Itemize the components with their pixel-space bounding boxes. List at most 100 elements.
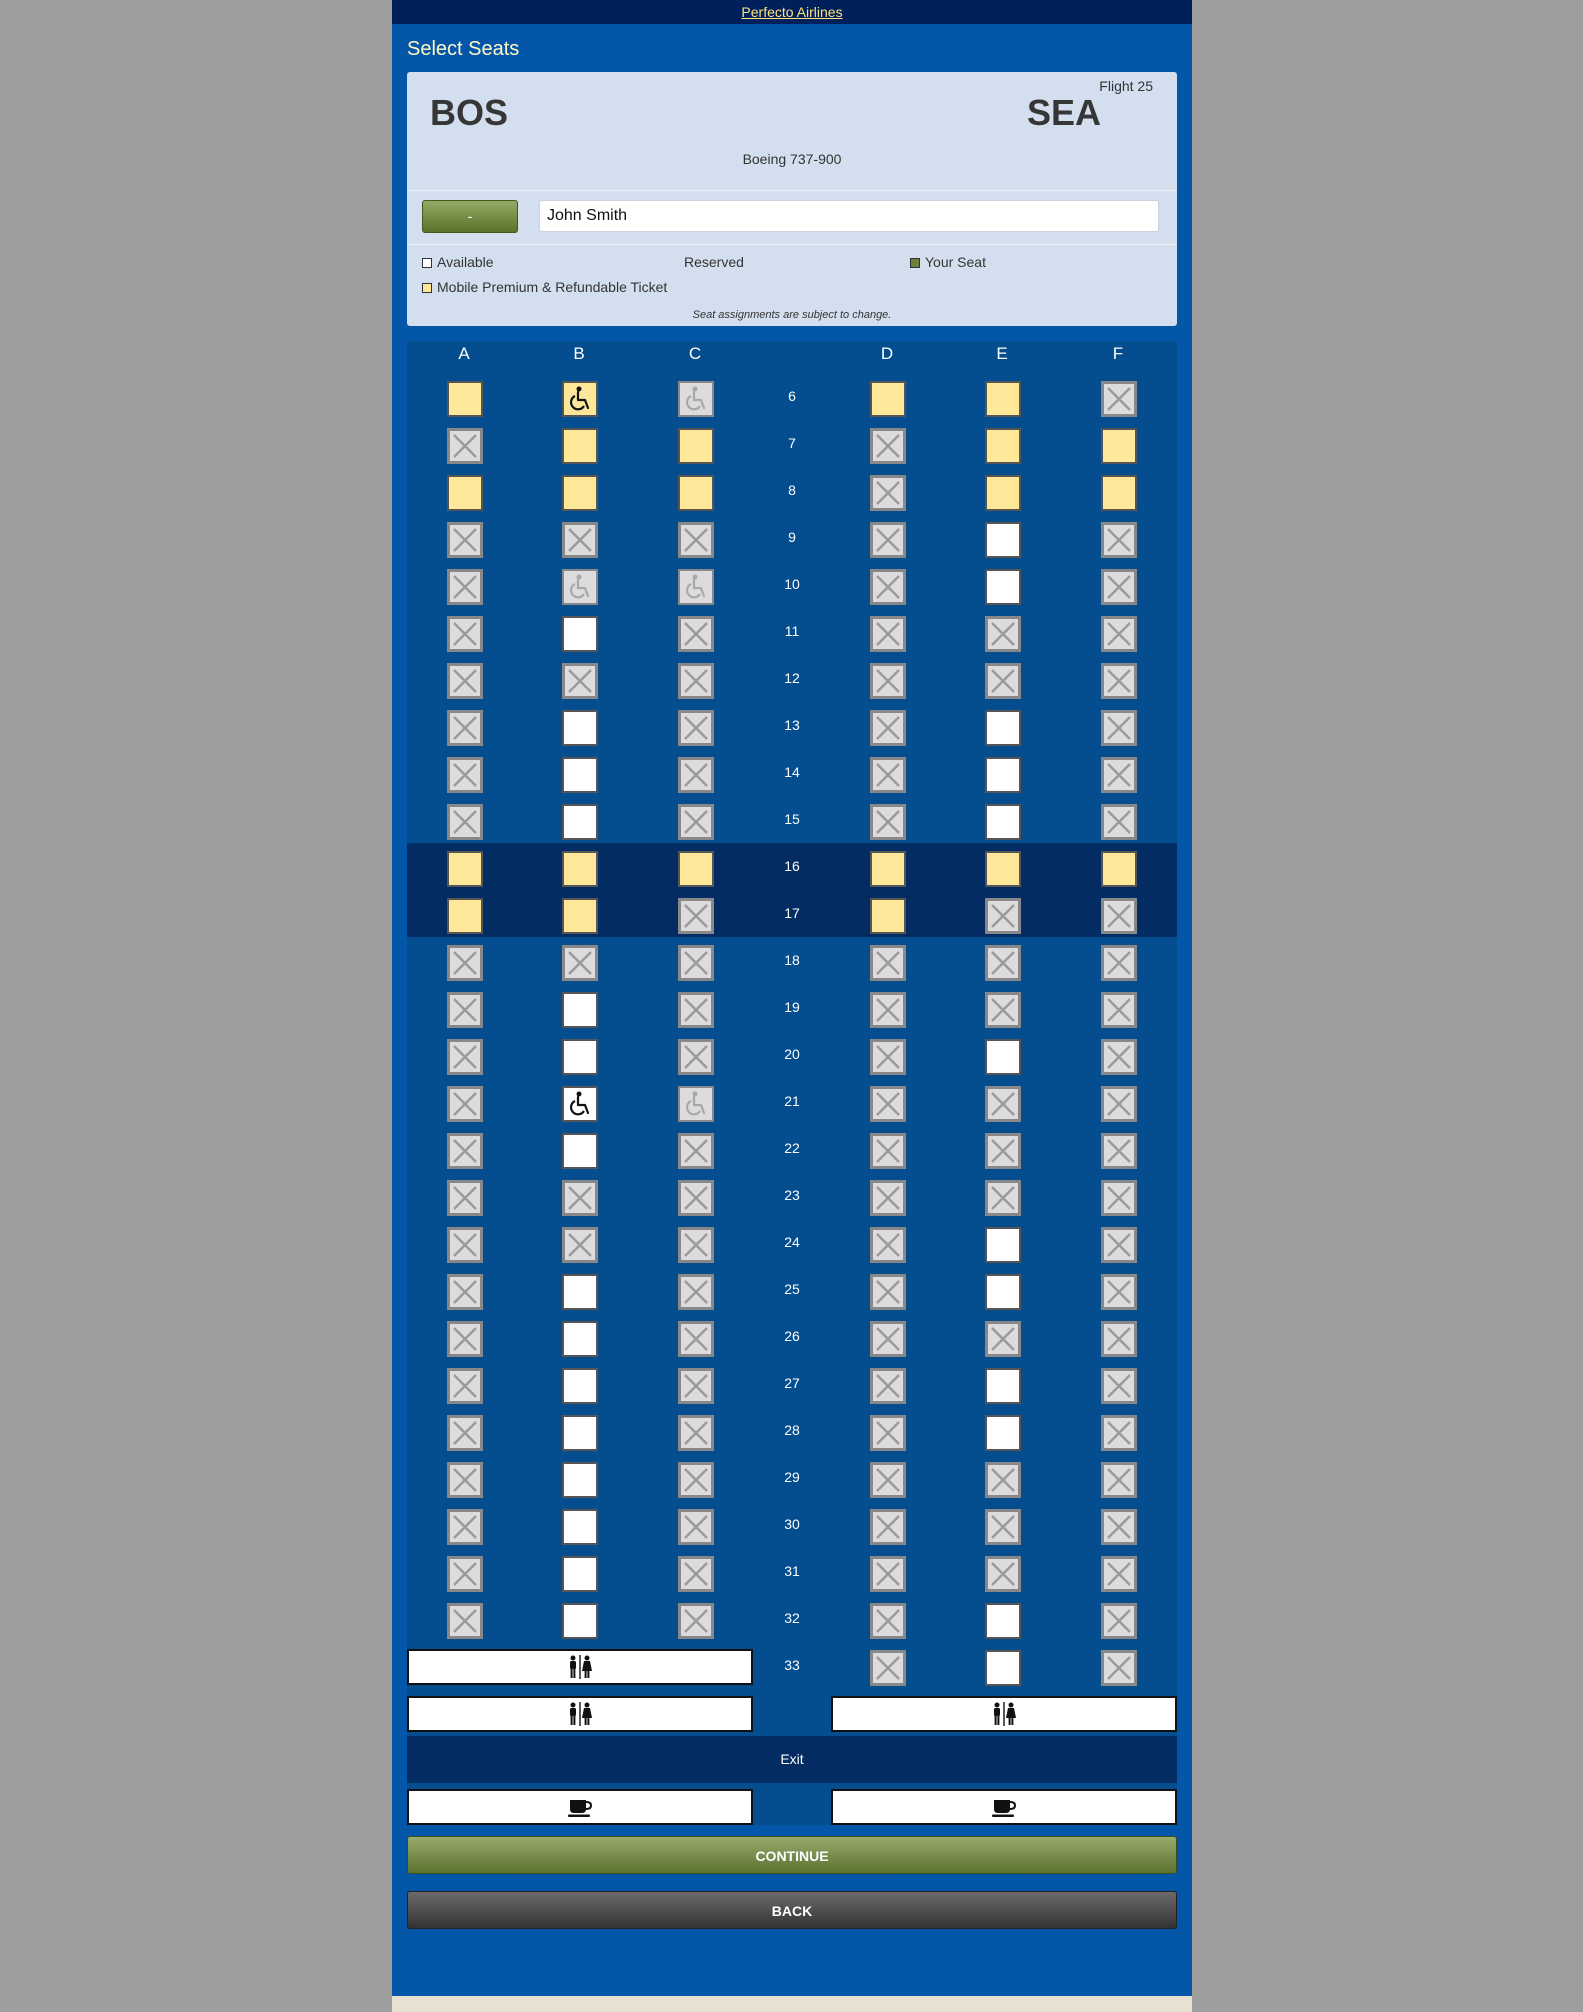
seat-14e-open[interactable] xyxy=(985,757,1021,793)
seat-row: 13 xyxy=(407,702,1177,749)
seat-8b-premium[interactable] xyxy=(562,475,598,511)
seat-24f-reserved xyxy=(1101,1227,1137,1263)
seat-17e-reserved xyxy=(985,898,1021,934)
seat-32b-open[interactable] xyxy=(562,1603,598,1639)
seat-9f-reserved xyxy=(1101,522,1137,558)
seat-25b-open[interactable] xyxy=(562,1274,598,1310)
seat-23c-reserved xyxy=(678,1180,714,1216)
seat-20b-open[interactable] xyxy=(562,1039,598,1075)
seat-32e-open[interactable] xyxy=(985,1603,1021,1639)
seat-7c-premium[interactable] xyxy=(678,428,714,464)
seat-32c-reserved xyxy=(678,1603,714,1639)
seat-19c-reserved xyxy=(678,992,714,1028)
seat-10b-accessible-reserved xyxy=(562,569,598,605)
seat-30e-reserved xyxy=(985,1509,1021,1545)
airline-home-link[interactable]: Perfecto Airlines xyxy=(741,4,842,20)
seat-6a-premium[interactable] xyxy=(447,381,483,417)
passenger-toggle-button[interactable]: - xyxy=(422,200,518,233)
seat-22b-open[interactable] xyxy=(562,1133,598,1169)
seat-31b-open[interactable] xyxy=(562,1556,598,1592)
seat-16f-premium[interactable] xyxy=(1101,851,1137,887)
seat-map: A B C D E F 6 7 8 9 10 11 12 13 14 15 16 17 18 19 20 21… xyxy=(407,341,1177,1825)
seat-28f-reserved xyxy=(1101,1415,1137,1451)
seat-8c-premium[interactable] xyxy=(678,475,714,511)
seat-16a-premium[interactable] xyxy=(447,851,483,887)
row-number: 14 xyxy=(784,764,800,780)
seat-16d-premium[interactable] xyxy=(870,851,906,887)
flight-number: Flight 25 xyxy=(1099,78,1153,94)
row-number: 18 xyxy=(784,952,800,968)
seat-10e-open[interactable] xyxy=(985,569,1021,605)
coffee-cup-icon xyxy=(567,1800,593,1823)
coffee-cup-icon xyxy=(991,1800,1017,1823)
seat-21b-accessible[interactable] xyxy=(562,1086,598,1122)
seat-9e-open[interactable] xyxy=(985,522,1021,558)
back-button[interactable]: BACK xyxy=(407,1891,1177,1929)
galley xyxy=(407,1789,753,1825)
seat-28c-reserved xyxy=(678,1415,714,1451)
seat-19b-open[interactable] xyxy=(562,992,598,1028)
seat-33e-open[interactable] xyxy=(985,1650,1021,1686)
seat-6e-premium[interactable] xyxy=(985,381,1021,417)
footer-strip xyxy=(392,1996,1192,2012)
seat-24e-open[interactable] xyxy=(985,1227,1021,1263)
seat-21d-reserved xyxy=(870,1086,906,1122)
seat-13e-open[interactable] xyxy=(985,710,1021,746)
seat-26b-open[interactable] xyxy=(562,1321,598,1357)
row-number: 30 xyxy=(784,1516,800,1532)
seat-17d-premium[interactable] xyxy=(870,898,906,934)
seat-24b-reserved xyxy=(562,1227,598,1263)
seat-7b-premium[interactable] xyxy=(562,428,598,464)
legend-reserved: Reserved xyxy=(684,254,744,270)
seat-20d-reserved xyxy=(870,1039,906,1075)
seat-6f-reserved xyxy=(1101,381,1137,417)
seat-28e-open[interactable] xyxy=(985,1415,1021,1451)
passenger-name-field[interactable] xyxy=(539,200,1159,232)
seat-15a-reserved xyxy=(447,804,483,840)
seat-16b-premium[interactable] xyxy=(562,851,598,887)
seat-16e-premium[interactable] xyxy=(985,851,1021,887)
seat-30a-reserved xyxy=(447,1509,483,1545)
seat-6b-accessible-premium[interactable] xyxy=(562,381,598,417)
seat-32d-reserved xyxy=(870,1603,906,1639)
seat-8f-premium[interactable] xyxy=(1101,475,1137,511)
seat-29b-open[interactable] xyxy=(562,1462,598,1498)
seat-14b-open[interactable] xyxy=(562,757,598,793)
seat-17a-premium[interactable] xyxy=(447,898,483,934)
seat-27b-open[interactable] xyxy=(562,1368,598,1404)
seat-25d-reserved xyxy=(870,1274,906,1310)
row-number: 21 xyxy=(784,1093,800,1109)
seat-27e-open[interactable] xyxy=(985,1368,1021,1404)
seat-15e-open[interactable] xyxy=(985,804,1021,840)
seat-19a-reserved xyxy=(447,992,483,1028)
seat-22a-reserved xyxy=(447,1133,483,1169)
restroom-icon xyxy=(567,1702,593,1730)
seat-30b-open[interactable] xyxy=(562,1509,598,1545)
page-title: Select Seats xyxy=(407,38,520,60)
seat-7e-premium[interactable] xyxy=(985,428,1021,464)
seat-25c-reserved xyxy=(678,1274,714,1310)
seat-11b-open[interactable] xyxy=(562,616,598,652)
seat-24c-reserved xyxy=(678,1227,714,1263)
column-header-f: F xyxy=(1112,344,1124,363)
continue-button[interactable]: CONTINUE xyxy=(407,1836,1177,1874)
seat-12a-reserved xyxy=(447,663,483,699)
seat-row: 24 xyxy=(407,1219,1177,1266)
seat-13b-open[interactable] xyxy=(562,710,598,746)
seat-6d-premium[interactable] xyxy=(870,381,906,417)
seat-15b-open[interactable] xyxy=(562,804,598,840)
seat-19f-reserved xyxy=(1101,992,1137,1028)
seat-8a-premium[interactable] xyxy=(447,475,483,511)
seat-26f-reserved xyxy=(1101,1321,1137,1357)
seat-17b-premium[interactable] xyxy=(562,898,598,934)
seat-16c-premium[interactable] xyxy=(678,851,714,887)
seat-row: 25 xyxy=(407,1266,1177,1313)
lavatory xyxy=(407,1649,753,1685)
seat-25e-open[interactable] xyxy=(985,1274,1021,1310)
seat-7f-premium[interactable] xyxy=(1101,428,1137,464)
seat-11c-reserved xyxy=(678,616,714,652)
seat-8e-premium[interactable] xyxy=(985,475,1021,511)
seat-28b-open[interactable] xyxy=(562,1415,598,1451)
divider xyxy=(407,190,1177,191)
seat-20e-open[interactable] xyxy=(985,1039,1021,1075)
